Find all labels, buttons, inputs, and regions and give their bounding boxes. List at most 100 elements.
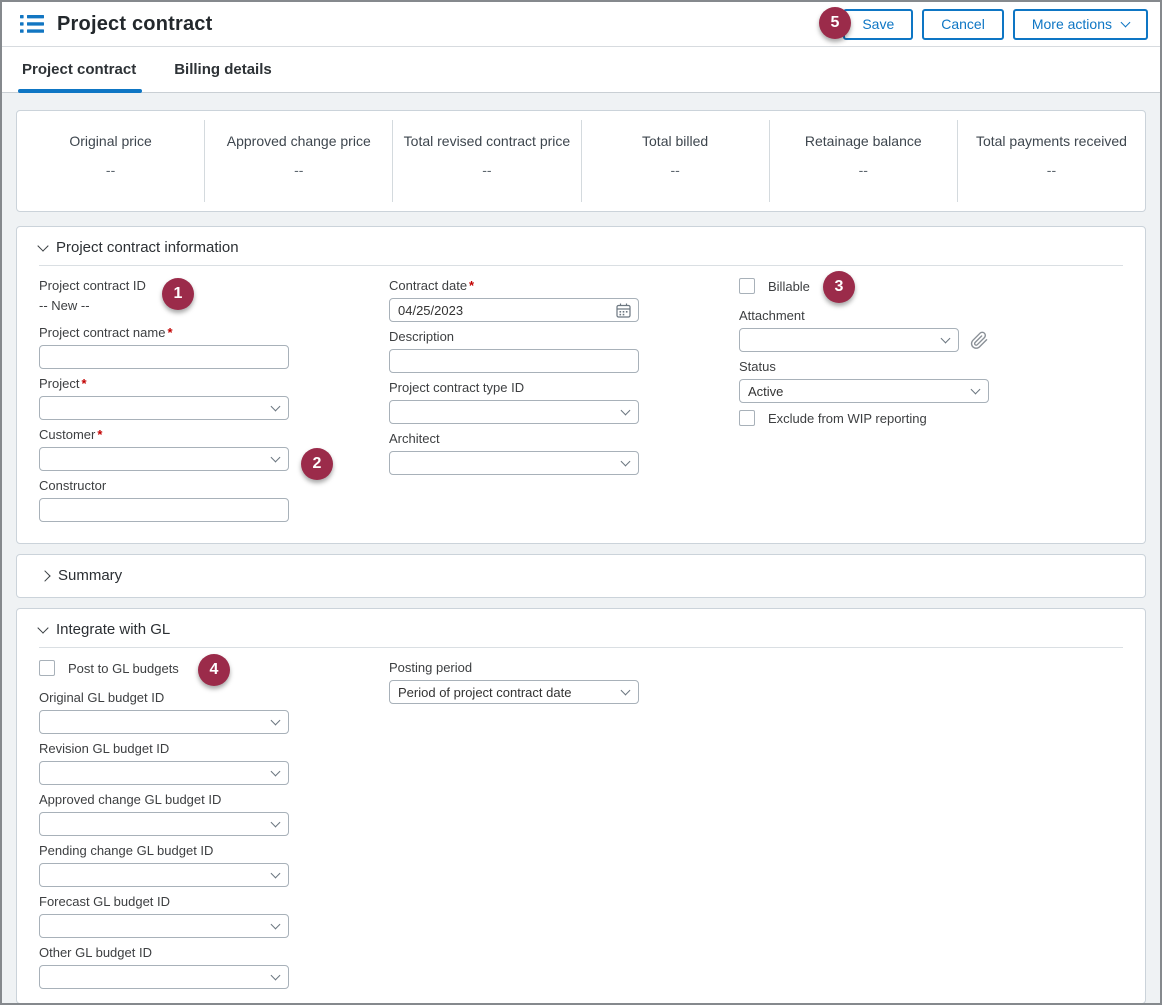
- project-select[interactable]: [39, 396, 289, 420]
- project-contract-information-header[interactable]: Project contract information: [17, 227, 1145, 257]
- posting-period-select[interactable]: Period of project contract date: [389, 680, 639, 704]
- chevron-down-icon: [971, 385, 981, 395]
- page-title: Project contract: [57, 13, 212, 36]
- info-middle-column: Contract date* 04/25/2023: [389, 278, 639, 482]
- customer-field: Customer*: [39, 427, 289, 471]
- required-marker: *: [469, 278, 474, 293]
- status-select[interactable]: Active: [739, 379, 989, 403]
- summary-header[interactable]: Summary: [39, 567, 1123, 585]
- collapse-chevron-icon: [37, 622, 48, 633]
- attachment-select[interactable]: [739, 328, 959, 352]
- other-gl-budget-id-label: Other GL budget ID: [39, 945, 289, 961]
- architect-select[interactable]: [389, 451, 639, 475]
- pending-change-gl-budget-id-select[interactable]: [39, 863, 289, 887]
- more-actions-button[interactable]: More actions: [1013, 9, 1148, 40]
- project-contract-type-id-label: Project contract type ID: [389, 380, 639, 396]
- contract-date-input[interactable]: 04/25/2023: [389, 298, 639, 322]
- project-label: Project*: [39, 376, 289, 392]
- description-field: Description: [389, 329, 639, 373]
- tab-bar: Project contract Billing details: [2, 47, 1160, 93]
- cancel-button[interactable]: Cancel: [922, 9, 1004, 40]
- collapse-chevron-icon: [37, 240, 48, 251]
- approved-change-gl-budget-id-field: Approved change GL budget ID: [39, 792, 289, 836]
- posting-period-value: Period of project contract date: [398, 685, 571, 700]
- chevron-down-icon: [271, 767, 281, 777]
- revision-gl-budget-id-label: Revision GL budget ID: [39, 741, 289, 757]
- calendar-icon[interactable]: [615, 302, 632, 319]
- exclude-wip-label: Exclude from WIP reporting: [768, 411, 927, 426]
- chevron-down-icon: [271, 920, 281, 930]
- architect-field: Architect: [389, 431, 639, 475]
- post-to-gl-budgets-checkbox-row: Post to GL budgets: [39, 660, 289, 676]
- pending-change-gl-budget-id-label: Pending change GL budget ID: [39, 843, 289, 859]
- exclude-wip-checkbox-row: Exclude from WIP reporting: [739, 410, 989, 426]
- chevron-down-icon: [271, 453, 281, 463]
- info-right-column: Billable Attachment Status: [739, 278, 989, 426]
- list-menu-icon[interactable]: [20, 14, 44, 34]
- metric-total-billed: Total billed --: [582, 120, 770, 202]
- metric-approved-change-price: Approved change price --: [205, 120, 393, 202]
- callout-badge-4: 4: [198, 654, 230, 686]
- chevron-down-icon: [621, 406, 631, 416]
- contract-date-value: 04/25/2023: [398, 303, 463, 318]
- original-gl-budget-id-label: Original GL budget ID: [39, 690, 289, 706]
- post-to-gl-budgets-checkbox[interactable]: [39, 660, 55, 676]
- exclude-wip-checkbox[interactable]: [739, 410, 755, 426]
- project-contract-type-id-select[interactable]: [389, 400, 639, 424]
- architect-label: Architect: [389, 431, 639, 447]
- callout-badge-2: 2: [301, 448, 333, 480]
- status-value: Active: [748, 384, 783, 399]
- expand-chevron-icon: [39, 570, 50, 581]
- top-bar-actions: Save Cancel More actions: [843, 9, 1148, 40]
- summary-panel: Summary: [16, 554, 1146, 598]
- original-gl-budget-id-select[interactable]: [39, 710, 289, 734]
- project-contract-window: Project contract Save Cancel More action…: [0, 0, 1162, 1005]
- revision-gl-budget-id-field: Revision GL budget ID: [39, 741, 289, 785]
- required-marker: *: [97, 427, 102, 442]
- customer-label: Customer*: [39, 427, 289, 443]
- billable-checkbox[interactable]: [739, 278, 755, 294]
- contract-totals-strip: Original price -- Approved change price …: [16, 110, 1146, 212]
- integrate-with-gl-panel: Integrate with GL Post to GL budgets Ori…: [16, 608, 1146, 1004]
- chevron-down-icon: [271, 402, 281, 412]
- chevron-down-icon: [271, 818, 281, 828]
- gl-left-column: Post to GL budgets Original GL budget ID…: [39, 660, 289, 989]
- billable-label: Billable: [768, 279, 810, 294]
- info-left-column: Project contract ID -- New -- Project co…: [39, 278, 289, 529]
- required-marker: *: [81, 376, 86, 391]
- chevron-down-icon: [271, 971, 281, 981]
- chevron-down-icon: [941, 334, 951, 344]
- project-contract-name-label: Project contract name*: [39, 325, 289, 341]
- contract-date-field: Contract date* 04/25/2023: [389, 278, 639, 322]
- chevron-down-icon: [621, 686, 631, 696]
- save-button[interactable]: Save: [843, 9, 913, 40]
- constructor-input[interactable]: [39, 498, 289, 522]
- project-contract-information-panel: Project contract information Project con…: [16, 226, 1146, 544]
- contract-date-label: Contract date*: [389, 278, 639, 294]
- pending-change-gl-budget-id-field: Pending change GL budget ID: [39, 843, 289, 887]
- chevron-down-icon: [271, 869, 281, 879]
- tab-project-contract[interactable]: Project contract: [20, 61, 138, 92]
- page-content: Original price -- Approved change price …: [2, 93, 1160, 1004]
- paperclip-icon[interactable]: [970, 331, 989, 350]
- more-actions-label: More actions: [1032, 16, 1112, 32]
- constructor-label: Constructor: [39, 478, 289, 494]
- posting-period-label: Posting period: [389, 660, 639, 676]
- callout-badge-1: 1: [162, 278, 194, 310]
- description-input[interactable]: [389, 349, 639, 373]
- integrate-with-gl-header[interactable]: Integrate with GL: [17, 609, 1145, 639]
- tab-billing-details[interactable]: Billing details: [172, 61, 274, 92]
- attachment-label: Attachment: [739, 308, 989, 324]
- callout-badge-3: 3: [823, 271, 855, 303]
- required-marker: *: [167, 325, 172, 340]
- forecast-gl-budget-id-select[interactable]: [39, 914, 289, 938]
- approved-change-gl-budget-id-label: Approved change GL budget ID: [39, 792, 289, 808]
- approved-change-gl-budget-id-select[interactable]: [39, 812, 289, 836]
- status-label: Status: [739, 359, 989, 375]
- chevron-down-icon: [271, 716, 281, 726]
- other-gl-budget-id-field: Other GL budget ID: [39, 945, 289, 989]
- other-gl-budget-id-select[interactable]: [39, 965, 289, 989]
- customer-select[interactable]: [39, 447, 289, 471]
- project-contract-name-input[interactable]: [39, 345, 289, 369]
- revision-gl-budget-id-select[interactable]: [39, 761, 289, 785]
